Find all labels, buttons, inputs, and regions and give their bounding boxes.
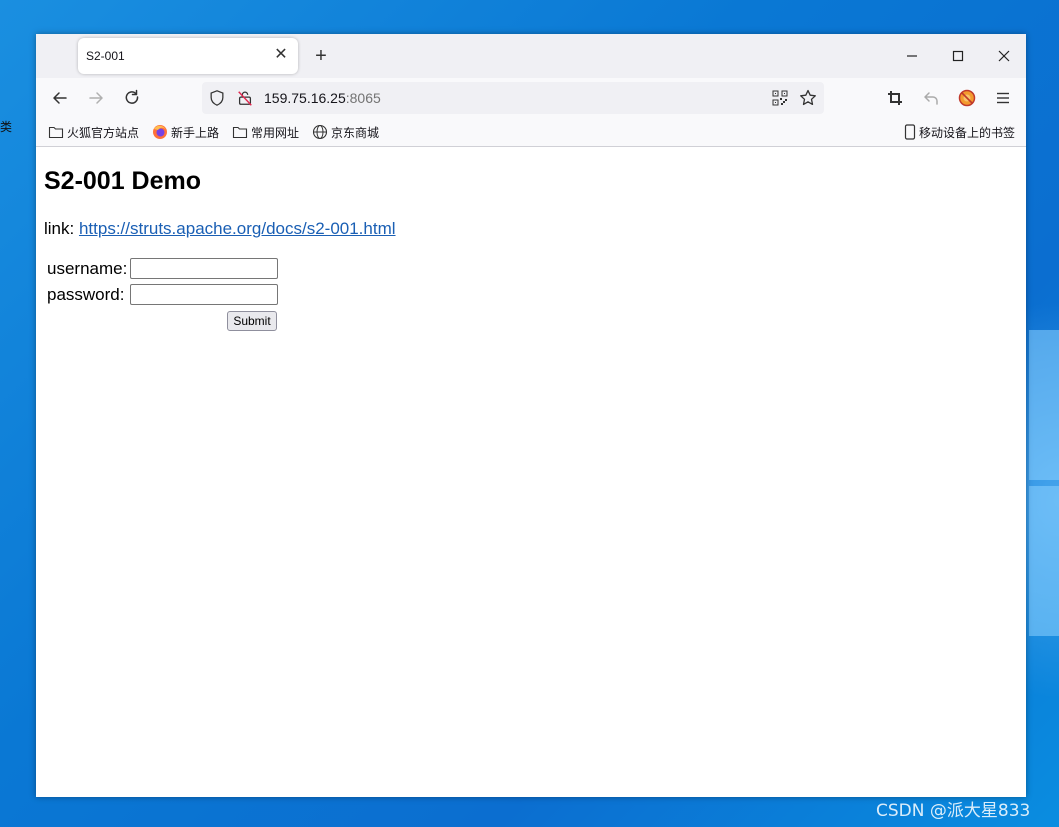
- browser-window: S2-001 ✕ + 159.75.16.25:8065 火狐官方站点 新手上路…: [36, 34, 1026, 797]
- close-window-icon[interactable]: [994, 46, 1014, 66]
- navigation-toolbar: 159.75.16.25:8065: [36, 78, 1026, 118]
- windows-logo-tile: [1029, 330, 1059, 480]
- extension-blocked-icon[interactable]: [957, 88, 977, 108]
- firefox-icon: [153, 125, 167, 139]
- new-tab-button[interactable]: +: [311, 44, 331, 68]
- bookmark-label: 新手上路: [171, 125, 220, 140]
- menu-hamburger-icon[interactable]: [993, 88, 1013, 108]
- password-label: password:: [47, 285, 125, 304]
- bookmarks-toolbar: 火狐官方站点 新手上路 常用网址 京东商城 移动设备上的书签: [36, 118, 1026, 147]
- desktop-icon-label[interactable]: 类: [0, 118, 12, 135]
- mobile-bookmarks-label: 移动设备上的书签: [919, 125, 1016, 140]
- tab-close-icon[interactable]: ✕: [272, 46, 290, 64]
- bookmark-item[interactable]: 新手上路: [152, 124, 219, 140]
- bookmark-label: 京东商城: [331, 125, 380, 140]
- back-arrow-icon[interactable]: [50, 88, 70, 108]
- bookmark-item[interactable]: 火狐官方站点: [48, 124, 139, 140]
- bookmark-star-icon[interactable]: [798, 88, 818, 108]
- qr-code-icon[interactable]: [772, 90, 788, 106]
- folder-icon: [48, 126, 64, 139]
- maximize-icon[interactable]: [948, 46, 968, 66]
- link-line: link: https://struts.apache.org/docs/s2-…: [44, 219, 396, 239]
- mobile-bookmarks[interactable]: 移动设备上的书签: [904, 124, 1015, 140]
- docs-link[interactable]: https://struts.apache.org/docs/s2-001.ht…: [79, 219, 396, 238]
- watermark: CSDN @派大星833: [876, 801, 1031, 821]
- globe-icon: [312, 124, 328, 140]
- forward-arrow-icon[interactable]: [86, 88, 106, 108]
- tab-active[interactable]: S2-001 ✕: [78, 38, 298, 74]
- username-input[interactable]: [130, 258, 278, 279]
- username-label: username:: [47, 259, 128, 278]
- folder-icon: [232, 126, 248, 139]
- reload-icon[interactable]: [122, 88, 142, 108]
- bookmark-label: 火狐官方站点: [67, 125, 140, 140]
- page-content: S2-001 Demo link: https://struts.apache.…: [36, 147, 1026, 797]
- mobile-device-icon: [904, 124, 916, 140]
- minimize-icon[interactable]: [902, 46, 922, 66]
- submit-button[interactable]: Submit: [227, 311, 277, 331]
- bookmark-item[interactable]: 京东商城: [312, 124, 379, 140]
- tab-bar: S2-001 ✕ +: [36, 34, 1026, 78]
- bookmark-item[interactable]: 常用网址: [232, 124, 299, 140]
- address-bar[interactable]: 159.75.16.25:8065: [202, 82, 824, 114]
- crop-screenshot-icon[interactable]: [885, 88, 905, 108]
- undo-arrow-icon[interactable]: [921, 88, 941, 108]
- windows-logo-tile: [1029, 486, 1059, 636]
- link-prefix: link:: [44, 219, 75, 238]
- tab-title: S2-001: [86, 49, 125, 63]
- page-title: S2-001 Demo: [44, 167, 202, 195]
- url-text[interactable]: 159.75.16.25:8065: [264, 90, 381, 106]
- password-input[interactable]: [130, 284, 278, 305]
- bookmark-label: 常用网址: [251, 125, 300, 140]
- shield-icon[interactable]: [208, 89, 226, 107]
- insecure-lock-icon[interactable]: [236, 89, 254, 107]
